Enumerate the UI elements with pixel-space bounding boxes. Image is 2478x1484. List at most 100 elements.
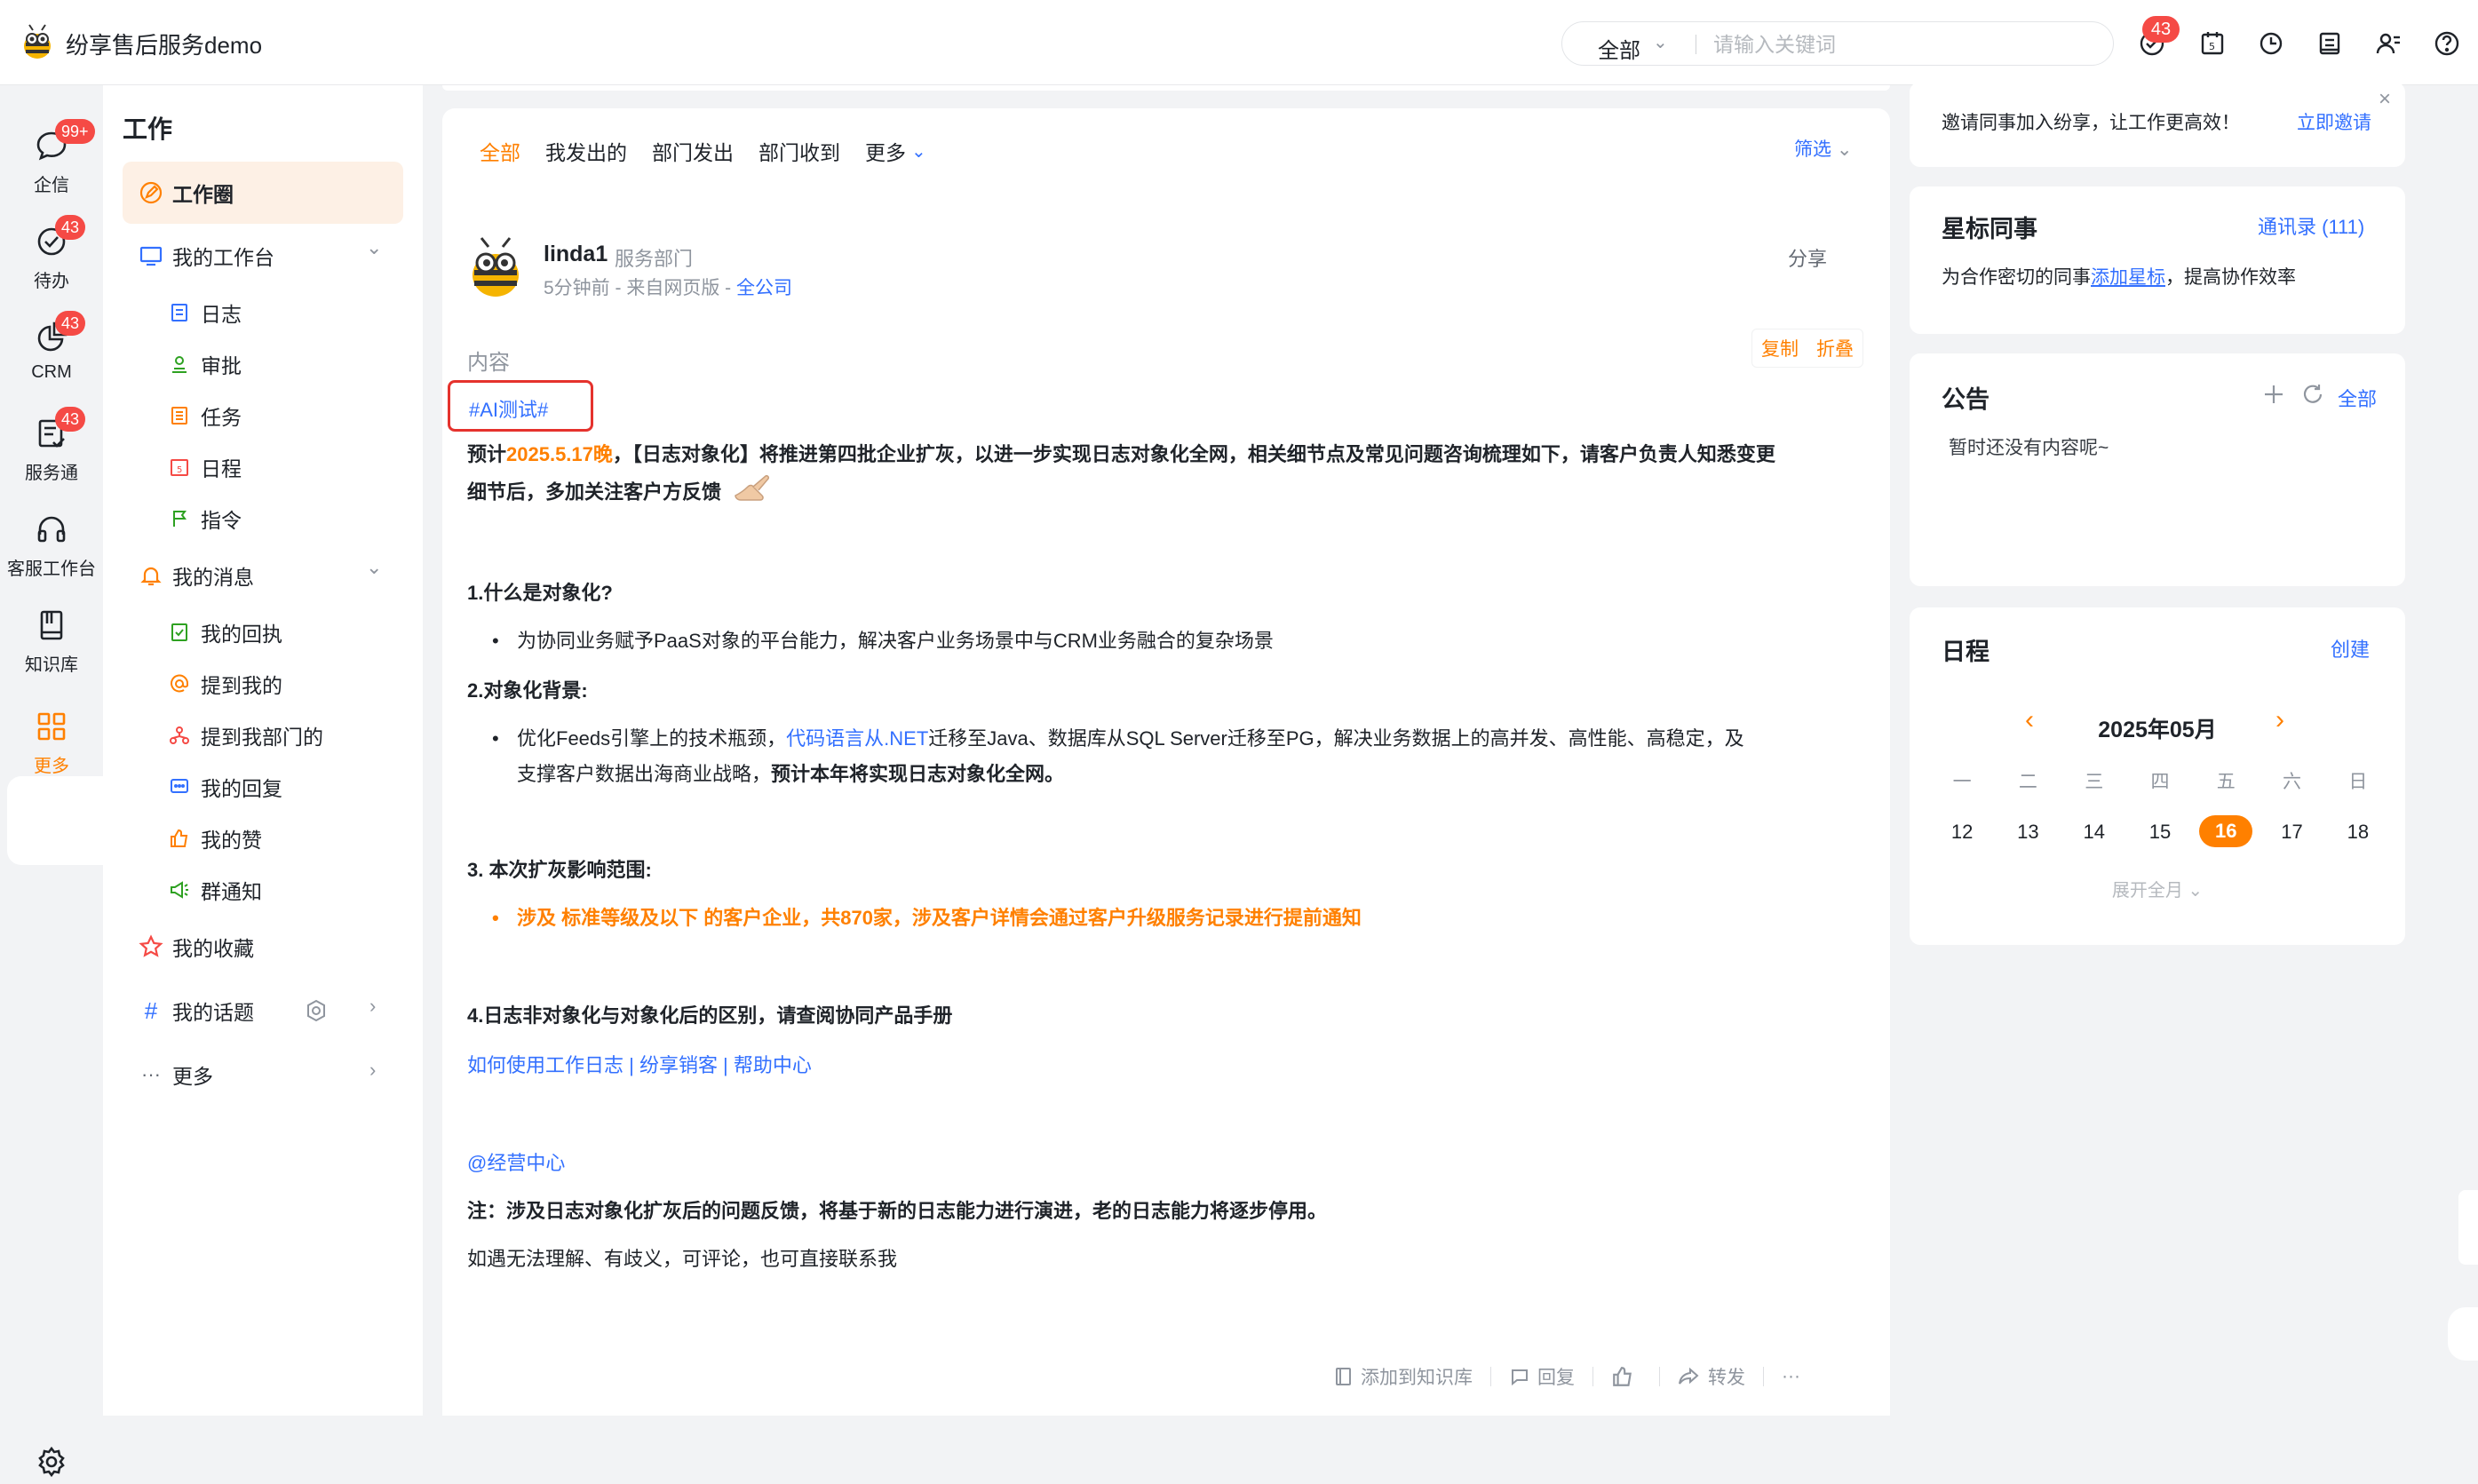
svg-text:5: 5 (177, 465, 182, 475)
rail-item-todo[interactable]: 43 待办 (0, 215, 103, 307)
nav-item-favorites[interactable]: 我的收藏 (139, 929, 254, 964)
rail-item-cs-workbench[interactable]: 客服工作台 (0, 510, 103, 595)
nav-item-work-circle[interactable]: 工作圈 (139, 175, 234, 210)
topics-settings-icon[interactable] (304, 998, 329, 1028)
left-rail: 99+ 企信 43 待办 43 CRM 43 服务通 客服工作台 知识库 更多 (0, 85, 103, 1478)
bell-icon (139, 563, 163, 588)
chevron-right-icon[interactable]: › (369, 1059, 376, 1082)
like-button[interactable] (1611, 1365, 1641, 1388)
rail-item-chat[interactable]: 99+ 企信 (0, 119, 103, 211)
nav-item-label: 任务 (201, 406, 242, 429)
close-icon[interactable]: × (2379, 87, 2391, 112)
nav-item-schedule[interactable]: 5 日程 (167, 449, 242, 485)
nav-item-label: 我的回复 (201, 777, 282, 800)
rail-item-knowledge[interactable]: 知识库 (0, 606, 103, 691)
nav-item-label: 我的工作台 (172, 246, 274, 269)
author-name[interactable]: linda1 (544, 242, 608, 267)
chevron-down-icon[interactable]: ⌄ (366, 236, 382, 259)
nav-item-log[interactable]: 日志 (167, 295, 242, 330)
fold-button[interactable]: 折叠 (1816, 335, 1854, 361)
nav-group-messages[interactable]: 我的消息 (139, 558, 254, 593)
contacts-link[interactable]: 通讯录 (111) (2258, 211, 2364, 240)
filter-button[interactable]: 筛选 ⌄ (1794, 135, 1852, 162)
tab-dept-sent[interactable]: 部门发出 (652, 133, 734, 169)
calendar-day[interactable]: 13 (1995, 821, 2061, 847)
refresh-icon[interactable] (2300, 382, 2325, 411)
tab-dept-received[interactable]: 部门收到 (758, 133, 840, 169)
calendar-weekdays: 一 二 三 四 五 六 日 (1929, 767, 2391, 794)
assistant-bubble-icon[interactable] (2448, 1307, 2478, 1361)
calendar-day[interactable]: 14 (2061, 821, 2127, 847)
app-logo-icon[interactable] (18, 23, 57, 62)
clock-icon[interactable] (2254, 27, 2288, 60)
settings-gear-icon[interactable] (34, 1444, 69, 1480)
copy-button[interactable]: 复制 (1761, 335, 1799, 361)
nav-item-receipt[interactable]: 我的回执 (167, 615, 282, 650)
code-language-link[interactable]: 代码语言从.NET (786, 727, 928, 750)
nav-item-more[interactable]: ··· 更多 (139, 1057, 213, 1092)
nav-item-replies[interactable]: 我的回复 (167, 769, 282, 805)
tab-sent[interactable]: 我发出的 (545, 133, 627, 169)
plus-icon[interactable] (2261, 382, 2286, 411)
invite-now-link[interactable]: 立即邀请 (2297, 108, 2371, 135)
side-panel-handle[interactable] (2458, 1190, 2478, 1265)
nav-item-mentions[interactable]: 提到我的 (167, 666, 282, 702)
notice-all-link[interactable]: 全部 (2338, 384, 2377, 412)
tab-more[interactable]: 更多 ⌄ (865, 133, 926, 169)
calendar-day[interactable]: 12 (1929, 821, 1995, 847)
intro-line2: 细节后，多加关注客户方反馈 (467, 480, 722, 504)
weekday-label: 五 (2216, 772, 2236, 792)
rail-item-label: 更多 (34, 757, 69, 776)
weekday-label: 六 (2283, 772, 2302, 792)
thumb-up-icon (167, 826, 192, 851)
schedule-create-link[interactable]: 创建 (2331, 634, 2370, 663)
mention-link[interactable]: @经营中心 (467, 1146, 1862, 1181)
search-scope-select[interactable]: 全部 (1598, 33, 1640, 64)
author-avatar[interactable] (462, 234, 529, 302)
nav-item-approval[interactable]: 审批 (167, 346, 242, 382)
chevron-right-icon[interactable]: › (369, 995, 376, 1018)
bullet-bold-text: 预计本年将实现日志对象化全网。 (771, 763, 1065, 785)
calendar-day-today[interactable]: 16 (2193, 815, 2259, 847)
more-actions-button[interactable]: ··· (1782, 1366, 1800, 1387)
nav-item-likes[interactable]: 我的赞 (167, 821, 262, 856)
help-icon[interactable] (2430, 27, 2464, 60)
reply-button[interactable]: 回复 (1509, 1363, 1575, 1390)
contacts-icon[interactable] (2371, 27, 2405, 60)
calendar-day[interactable]: 15 (2127, 821, 2193, 847)
previous-card-edge (442, 85, 1890, 91)
rail-item-more[interactable]: 更多 (0, 707, 103, 792)
help-links[interactable]: 如何使用工作日志 | 纷享销客 | 帮助中心 (467, 1048, 1862, 1083)
hash-icon: # (144, 996, 158, 1024)
add-star-link[interactable]: 添加星标 (2091, 267, 2165, 288)
chevron-down-icon[interactable]: ⌄ (366, 556, 382, 579)
monitor-icon (139, 243, 163, 268)
nav-item-label: 工作圈 (172, 183, 234, 206)
add-to-kb-button[interactable]: 添加到知识库 (1332, 1363, 1473, 1390)
calendar-month: 2025年05月 (2098, 718, 2217, 742)
reply-label: 回复 (1537, 1368, 1575, 1388)
search-input[interactable] (1713, 29, 2095, 60)
nav-item-dept-mentions[interactable]: 提到我部门的 (167, 718, 323, 753)
calendar-icon[interactable]: 5 (2196, 27, 2229, 60)
calendar-day[interactable]: 18 (2325, 821, 2391, 847)
chevron-right-icon[interactable]: › (2275, 705, 2284, 735)
rail-item-crm[interactable]: 43 CRM (0, 311, 103, 403)
nav-item-group-notice[interactable]: 群通知 (167, 872, 262, 908)
receipt-icon (167, 620, 192, 645)
tab-all[interactable]: 全部 (480, 133, 520, 169)
expand-month-button[interactable]: 展开全月 ⌄ (1910, 876, 2405, 901)
calendar-day[interactable]: 17 (2259, 821, 2324, 847)
rail-item-service[interactable]: 43 服务通 (0, 407, 103, 499)
nav-item-task[interactable]: 任务 (167, 398, 242, 433)
chevron-down-icon[interactable]: ⌄ (1653, 31, 1668, 53)
bullet-text: 支撑客户数据出海商业战略， (517, 763, 772, 785)
share-button[interactable]: 分享 (1788, 243, 1827, 272)
nav-item-instruction[interactable]: 指令 (167, 501, 242, 536)
forward-button[interactable]: 转发 (1678, 1363, 1745, 1390)
nav-item-topics[interactable]: # 我的话题 (139, 993, 254, 1028)
nav-group-workbench[interactable]: 我的工作台 (139, 238, 274, 274)
post-scope-link[interactable]: 全公司 (736, 278, 792, 298)
hashtag-link[interactable]: #AI测试# (469, 394, 548, 423)
document-icon[interactable] (2313, 27, 2347, 60)
